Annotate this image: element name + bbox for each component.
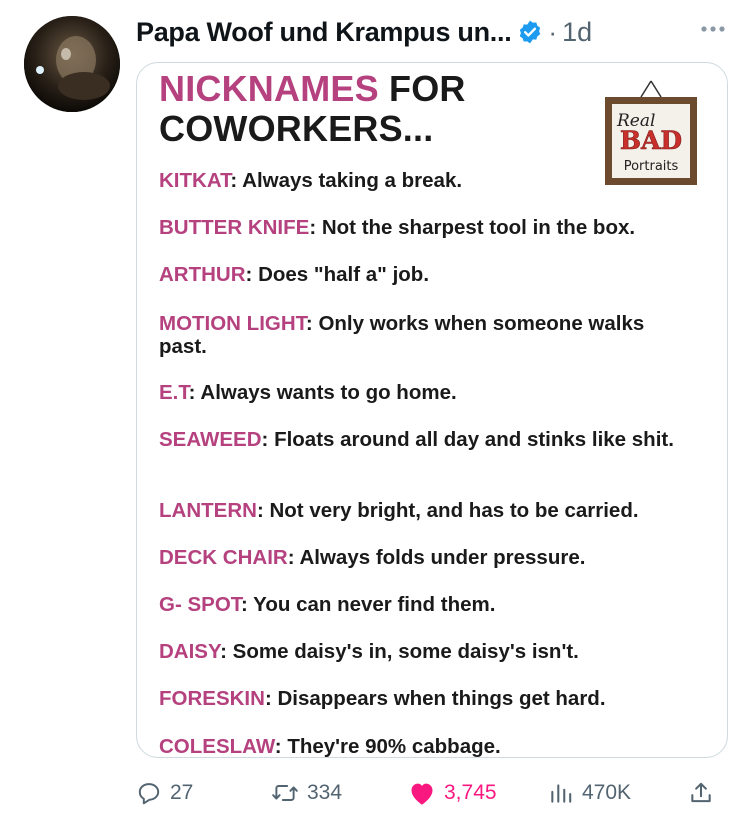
list-item: MOTION LIGHT: Only works when someone wa… bbox=[159, 312, 645, 358]
post-time[interactable]: 1d bbox=[562, 17, 592, 48]
share-icon bbox=[688, 780, 714, 806]
meme-title-line2: COWORKERS... bbox=[159, 108, 434, 149]
separator-dot: · bbox=[548, 16, 558, 47]
list-item: KITKAT: Always taking a break. bbox=[159, 169, 463, 192]
like-heart-icon bbox=[408, 780, 436, 806]
repost-icon bbox=[271, 780, 299, 806]
share-button[interactable] bbox=[688, 780, 714, 806]
avatar[interactable] bbox=[24, 16, 120, 112]
list-item: G- SPOT: You can never find them. bbox=[159, 593, 496, 616]
reply-count: 27 bbox=[170, 781, 194, 804]
list-item: DECK CHAIR: Always folds under pressure. bbox=[159, 546, 586, 569]
list-item: FORESKIN: Disappears when things get har… bbox=[159, 687, 606, 710]
list-item: E.T: Always wants to go home. bbox=[159, 381, 457, 404]
like-button[interactable]: 3,745 bbox=[408, 780, 497, 806]
verified-badge-icon bbox=[517, 19, 543, 45]
meme-title: NICKNAMES FOR COWORKERS... bbox=[159, 69, 466, 149]
list-item: COLESLAW: They're 90% cabbage. bbox=[159, 735, 501, 758]
views-count: 470K bbox=[582, 781, 632, 804]
more-icon[interactable] bbox=[696, 16, 730, 42]
list-item: ARTHUR: Does "half a" job. bbox=[159, 263, 430, 286]
list-item: DAISY: Some daisy's in, some daisy's isn… bbox=[159, 640, 579, 663]
views-icon bbox=[548, 780, 574, 806]
post-header: Papa Woof und Krampus un... · 1d bbox=[136, 12, 730, 52]
reply-button[interactable]: 27 bbox=[136, 780, 193, 806]
views-button[interactable]: 470K bbox=[548, 780, 631, 806]
frame-text-bad: BAD bbox=[620, 126, 682, 155]
list-item: SEAWEED: Floats around all day and stink… bbox=[159, 428, 674, 451]
list-item: LANTERN: Not very bright, and has to be … bbox=[159, 499, 639, 522]
list-item: BUTTER KNIFE: Not the sharpest tool in t… bbox=[159, 216, 636, 239]
meme-title-highlight: NICKNAMES bbox=[159, 68, 379, 109]
media-card[interactable]: NICKNAMES FOR COWORKERS... Real BAD Port… bbox=[136, 62, 728, 758]
like-count: 3,745 bbox=[444, 781, 497, 804]
repost-count: 334 bbox=[307, 781, 343, 804]
meme-title-rest: FOR bbox=[378, 68, 466, 109]
author-name[interactable]: Papa Woof und Krampus un... bbox=[136, 17, 512, 48]
repost-button[interactable]: 334 bbox=[271, 780, 342, 806]
reply-icon bbox=[136, 780, 162, 806]
action-bar: 27 334 3,745 470K bbox=[136, 772, 730, 816]
